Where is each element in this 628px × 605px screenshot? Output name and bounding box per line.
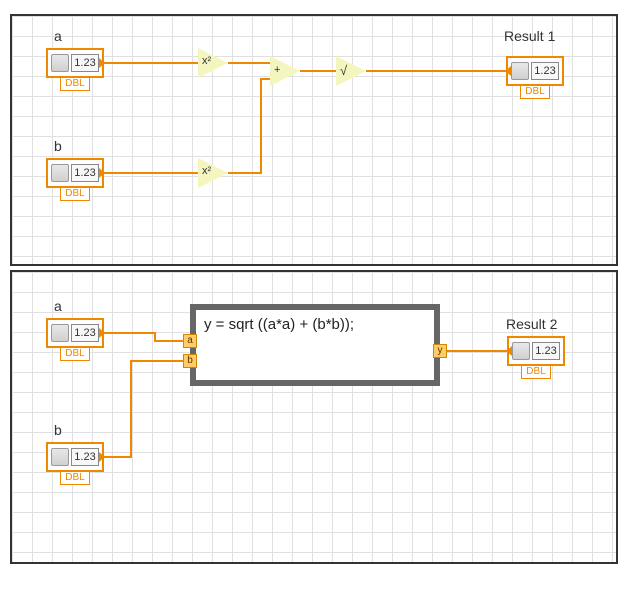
control-a2[interactable]: 1.23 DBL [46,318,104,360]
label-b2: b [54,422,62,438]
indicator-result2[interactable]: 1.23 DBL [507,336,565,378]
label-a2: a [54,298,62,314]
label-result1: Result 1 [504,28,555,44]
control-b2[interactable]: 1.23 DBL [46,442,104,484]
label-a: a [54,28,62,44]
control-bezel-icon [51,324,69,342]
label-result2: Result 2 [506,316,557,332]
control-a[interactable]: 1.23 DBL [46,48,104,90]
control-bezel-icon [51,164,69,182]
indicator-result1[interactable]: 1.23 DBL [506,56,564,98]
formula-node[interactable]: y = sqrt ((a*a) + (b*b)); [190,304,440,386]
tunnel-b[interactable]: b [183,354,197,368]
indicator-bezel-icon [512,342,530,360]
label-b: b [54,138,62,154]
block-diagram-2: a 1.23 DBL b 1.23 DBL y = sqrt ((a*a) + … [10,270,618,564]
indicator-bezel-icon [511,62,529,80]
control-b[interactable]: 1.23 DBL [46,158,104,200]
control-bezel-icon [51,54,69,72]
tunnel-y[interactable]: y [433,344,447,358]
block-diagram-1: a 1.23 DBL b 1.23 DBL x² x² + √ Result 1 [10,14,618,266]
control-bezel-icon [51,448,69,466]
tunnel-a[interactable]: a [183,334,197,348]
